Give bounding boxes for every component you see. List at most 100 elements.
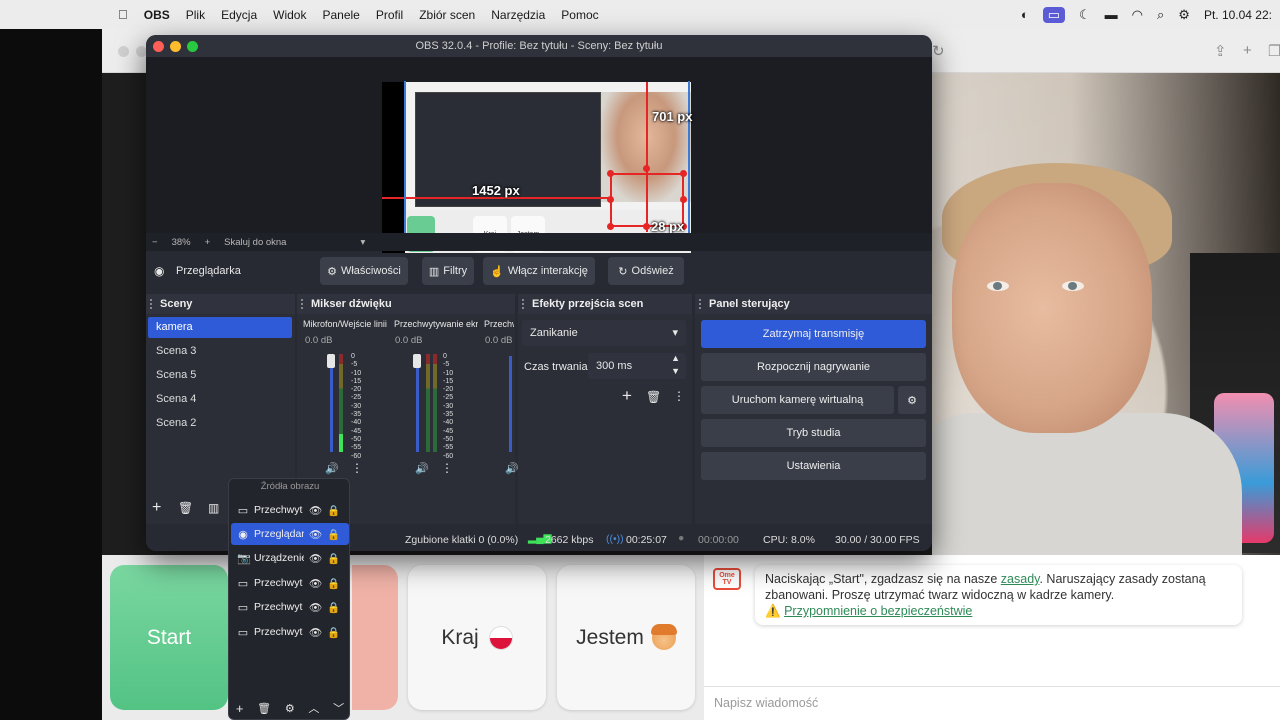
- spotlight-search-icon[interactable]: ⌕: [1157, 7, 1164, 23]
- apple-icon[interactable]: : [118, 7, 128, 22]
- volume-slider-track[interactable]: [509, 356, 512, 452]
- transform-handle-top[interactable]: [643, 165, 650, 172]
- safety-reminder-link[interactable]: Przypomnienie o bezpieczeństwie: [784, 604, 972, 618]
- add-source-icon[interactable]: +: [236, 701, 244, 716]
- menu-widok[interactable]: Widok: [273, 8, 306, 22]
- tab-overview-icon[interactable]: ❐: [1268, 42, 1280, 60]
- eye-icon[interactable]: 👁: [309, 504, 322, 517]
- scene-item-2[interactable]: Scena 2: [148, 413, 292, 434]
- screen-mirroring-icon[interactable]: ▭: [1042, 6, 1065, 23]
- browser-refresh-icon[interactable]: ↻: [932, 42, 945, 60]
- lock-icon[interactable]: 🔒: [327, 577, 340, 590]
- transform-handle-tl[interactable]: [607, 170, 614, 177]
- transform-handle-bl[interactable]: [607, 223, 614, 230]
- volume-slider-knob[interactable]: [413, 354, 421, 368]
- share-icon[interactable]: ⇪: [1214, 42, 1227, 60]
- stop-streaming-button[interactable]: Zatrzymaj transmisję: [701, 320, 926, 348]
- menu-panele[interactable]: Panele: [322, 8, 359, 22]
- lock-icon[interactable]: 🔒: [327, 601, 340, 614]
- volume-slider-track[interactable]: [330, 356, 333, 452]
- country-button[interactable]: Kraj: [408, 565, 546, 710]
- lock-icon[interactable]: 🔒: [327, 504, 340, 517]
- menu-clock[interactable]: Pt. 10.04 22:: [1204, 8, 1272, 22]
- scene-filters-icon[interactable]: ▥: [208, 501, 219, 515]
- add-transition-icon[interactable]: +: [622, 386, 632, 406]
- move-down-icon[interactable]: ﹀: [333, 700, 344, 716]
- zoom-out-button[interactable]: −: [152, 237, 158, 248]
- scale-mode[interactable]: Skaluj do okna: [224, 237, 286, 248]
- eye-icon[interactable]: 👁: [309, 577, 322, 590]
- start-recording-button[interactable]: Rozpocznij nagrywanie: [701, 353, 926, 381]
- lock-icon[interactable]: 🔒: [327, 528, 340, 541]
- do-not-disturb-icon[interactable]: ☾: [1079, 7, 1091, 23]
- source-item[interactable]: ▭ Przechwyt 👁 🔒: [231, 596, 349, 618]
- start-virtual-camera-button[interactable]: Uruchom kamerę wirtualną: [701, 386, 894, 414]
- transform-handle-bottom[interactable]: [643, 223, 650, 230]
- spin-up-icon[interactable]: ▲: [671, 353, 680, 363]
- zoom-window-dot[interactable]: [187, 41, 198, 52]
- add-scene-icon[interactable]: +: [152, 499, 161, 517]
- rules-link[interactable]: zasady: [1001, 572, 1040, 586]
- browser-close-dot[interactable]: [118, 46, 129, 57]
- obs-preview[interactable]: Kraj Jestem 701 px 1452 px 28 px: [146, 57, 932, 256]
- remove-transition-icon[interactable]: 🗑: [646, 390, 661, 404]
- source-item-selected[interactable]: ◉ Przeglądar 👁 🔒: [231, 523, 349, 545]
- scene-item-kamera[interactable]: kamera: [148, 317, 292, 338]
- gender-button[interactable]: Jestem: [557, 565, 695, 710]
- channel-menu-icon[interactable]: ⋮: [351, 461, 363, 475]
- minimize-window-dot[interactable]: [170, 41, 181, 52]
- filters-button[interactable]: ▥ Filtry: [422, 257, 474, 285]
- close-window-dot[interactable]: [153, 41, 164, 52]
- scene-item-4[interactable]: Scena 4: [148, 389, 292, 410]
- obs-tray-icon[interactable]: ◐: [1021, 7, 1029, 22]
- studio-mode-button[interactable]: Tryb studia: [701, 419, 926, 447]
- settings-button[interactable]: Ustawienia: [701, 452, 926, 480]
- remove-scene-icon[interactable]: 🗑: [178, 501, 193, 515]
- source-item[interactable]: ▭ Przechwyt 👁 🔒: [231, 621, 349, 643]
- transition-select[interactable]: Zanikanie ▾: [522, 320, 686, 346]
- spin-down-icon[interactable]: ▼: [671, 366, 680, 376]
- transform-handle-tr[interactable]: [680, 170, 687, 177]
- transition-menu-icon[interactable]: ⋮: [673, 389, 685, 403]
- battery-icon[interactable]: ▬: [1105, 7, 1118, 22]
- lock-icon[interactable]: 🔒: [327, 626, 340, 639]
- scale-mode-dropdown-icon[interactable]: ▾: [360, 237, 365, 248]
- duration-spinbox[interactable]: 300 ms ▲ ▼: [588, 353, 686, 379]
- message-input[interactable]: Napisz wiadomość: [704, 686, 1280, 720]
- source-properties-gear-icon[interactable]: ⚙: [285, 702, 295, 715]
- volume-slider-track[interactable]: [416, 356, 419, 452]
- refresh-button[interactable]: ↻ Odśwież: [608, 257, 684, 285]
- new-tab-icon[interactable]: +: [1243, 42, 1252, 59]
- stop-button-partial[interactable]: [352, 565, 398, 710]
- scene-item-5[interactable]: Scena 5: [148, 365, 292, 386]
- remove-source-icon[interactable]: 🗑: [257, 702, 271, 715]
- source-item[interactable]: 📷 Urządzenie 👁 🔒: [231, 547, 349, 569]
- menu-pomoc[interactable]: Pomoc: [561, 8, 598, 22]
- virtual-camera-settings-gear-icon[interactable]: ⚙: [898, 386, 926, 414]
- move-up-icon[interactable]: ︿: [308, 700, 319, 716]
- interact-button[interactable]: ☝ Włącz interakcję: [483, 257, 595, 285]
- channel-menu-icon[interactable]: ⋮: [441, 461, 453, 475]
- mute-speaker-icon[interactable]: 🔊: [505, 462, 519, 475]
- menu-profil[interactable]: Profil: [376, 8, 403, 22]
- mute-speaker-icon[interactable]: 🔊: [325, 462, 339, 475]
- mute-speaker-icon[interactable]: 🔊: [415, 462, 429, 475]
- start-button[interactable]: Start: [110, 565, 228, 710]
- scene-item-3[interactable]: Scena 3: [148, 341, 292, 362]
- menu-plik[interactable]: Plik: [186, 8, 205, 22]
- eye-icon[interactable]: 👁: [309, 552, 322, 565]
- menu-zbior-scen[interactable]: Zbiór scen: [419, 8, 475, 22]
- eye-icon[interactable]: 👁: [309, 528, 322, 541]
- zoom-in-button[interactable]: +: [205, 237, 211, 248]
- eye-icon[interactable]: 👁: [309, 601, 322, 614]
- transform-handle-left[interactable]: [607, 196, 614, 203]
- menu-app-name[interactable]: OBS: [144, 8, 170, 22]
- source-item[interactable]: ▭ Przechwyt 👁 🔒: [231, 572, 349, 594]
- properties-button[interactable]: ⚙ Właściwości: [320, 257, 408, 285]
- control-center-icon[interactable]: ⚙: [1178, 7, 1190, 23]
- source-item[interactable]: ▭ Przechwyt 👁 🔒: [231, 499, 349, 521]
- menu-narzedzia[interactable]: Narzędzia: [491, 8, 545, 22]
- volume-slider-knob[interactable]: [327, 354, 335, 368]
- transform-handle-right[interactable]: [680, 196, 687, 203]
- lock-icon[interactable]: 🔒: [327, 552, 340, 565]
